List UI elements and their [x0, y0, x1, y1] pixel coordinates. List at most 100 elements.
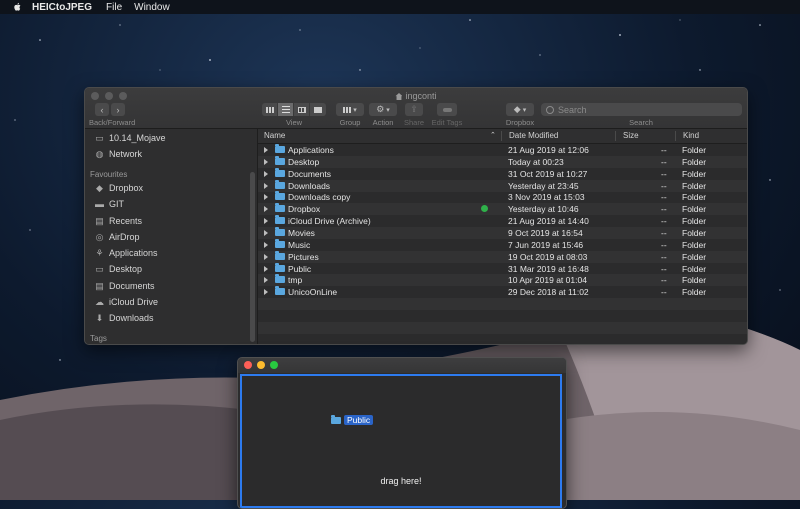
- file-name: Desktop: [288, 156, 320, 167]
- table-row[interactable]: tmp 10 Apr 2019 at 01:04 -- Folder: [258, 274, 747, 287]
- sidebar-item-recents[interactable]: ▤ Recents: [94, 214, 142, 228]
- file-kind: Folder: [682, 275, 707, 286]
- file-name: Public: [288, 263, 312, 274]
- table-row[interactable]: Applications 21 Aug 2019 at 12:06 -- Folder: [258, 144, 747, 156]
- group-button[interactable]: ▾: [336, 103, 364, 116]
- dragged-folder[interactable]: Public: [331, 414, 374, 425]
- edit-tags-button[interactable]: [437, 103, 457, 116]
- file-name: iCloud Drive (Archive): [288, 216, 371, 227]
- table-row[interactable]: Pictures 19 Oct 2019 at 08:03 -- Folder: [258, 250, 747, 263]
- file-size: --: [661, 216, 667, 227]
- disclosure-triangle-icon[interactable]: [264, 229, 268, 236]
- back-button[interactable]: ‹: [95, 103, 109, 116]
- disclosure-triangle-icon[interactable]: [264, 194, 268, 201]
- sidebar-item-airdrop[interactable]: ◎ AirDrop: [94, 230, 140, 244]
- menu-file[interactable]: File: [106, 2, 122, 13]
- disclosure-triangle-icon[interactable]: [264, 170, 268, 177]
- table-row[interactable]: iCloud Drive (Archive) 21 Aug 2019 at 14:…: [258, 215, 747, 227]
- sidebar-item-network[interactable]: ◍ Network: [94, 147, 142, 161]
- file-size: --: [661, 227, 667, 238]
- clock-icon: ▤: [95, 215, 104, 226]
- sidebar-item-git[interactable]: ▬ GIT: [94, 197, 124, 211]
- drop-zone[interactable]: Public drag here!: [240, 374, 562, 508]
- action-button[interactable]: ⚙ ▾: [369, 103, 397, 116]
- column-date-modified[interactable]: Date Modified: [509, 131, 558, 140]
- app-menu[interactable]: HEICtoJPEG: [32, 2, 92, 13]
- column-size[interactable]: Size: [623, 131, 639, 140]
- column-divider[interactable]: [675, 131, 676, 141]
- sidebar-item-downloads[interactable]: ⬇ Downloads: [94, 311, 154, 325]
- gallery-view-button[interactable]: [310, 103, 325, 116]
- disclosure-triangle-icon[interactable]: [264, 277, 268, 284]
- disclosure-triangle-icon[interactable]: [264, 265, 268, 272]
- disclosure-triangle-icon[interactable]: [264, 147, 268, 153]
- column-divider[interactable]: [501, 131, 502, 141]
- zoom-button[interactable]: [270, 361, 278, 369]
- file-date: 19 Oct 2019 at 08:03: [508, 251, 588, 262]
- disclosure-triangle-icon[interactable]: [264, 253, 268, 260]
- table-row[interactable]: Downloads copy 3 Nov 2019 at 15:03 -- Folde…: [258, 191, 747, 203]
- share-button[interactable]: ⇪: [405, 103, 423, 116]
- file-size: --: [661, 204, 667, 215]
- table-row[interactable]: UnicoOnLine 29 Dec 2018 at 11:02 -- Folder: [258, 286, 747, 298]
- folder-icon: ▬: [95, 199, 104, 209]
- menu-bar: HEICtoJPEG File Window: [0, 0, 800, 14]
- column-kind[interactable]: Kind: [683, 131, 699, 140]
- file-name: Movies: [288, 227, 315, 238]
- close-button[interactable]: [244, 361, 252, 369]
- sync-status-icon: [481, 205, 488, 213]
- sidebar: ▭ 10.14_Mojave ◍ Network Favourites ◆ Dr…: [85, 129, 258, 344]
- empty-row: [258, 321, 747, 334]
- menu-window[interactable]: Window: [134, 2, 170, 13]
- forward-button[interactable]: ›: [111, 103, 125, 116]
- document-icon: ▤: [95, 280, 104, 291]
- table-row[interactable]: Movies 9 Oct 2019 at 16:54 -- Folder: [258, 226, 747, 239]
- file-date: 31 Oct 2019 at 10:27: [508, 168, 588, 179]
- file-kind: Folder: [682, 216, 707, 227]
- folder-icon: [275, 155, 285, 165]
- table-row[interactable]: Documents 31 Oct 2019 at 10:27 -- Folder: [258, 167, 747, 180]
- empty-row: [258, 334, 747, 344]
- disclosure-triangle-icon[interactable]: [264, 158, 268, 165]
- search-input[interactable]: [558, 104, 738, 115]
- table-row[interactable]: Downloads Yesterday at 23:45 -- Folder: [258, 179, 747, 192]
- finder-toolbar: ingconti ‹ › Back/Forward View ▾ Group ⚙…: [85, 88, 747, 129]
- disclosure-triangle-icon[interactable]: [264, 182, 268, 189]
- search-field[interactable]: [541, 103, 742, 116]
- table-row[interactable]: Dropbox Yesterday at 10:46 -- Folder: [258, 203, 747, 216]
- folder-icon: [275, 238, 285, 248]
- disclosure-triangle-icon[interactable]: [264, 289, 268, 296]
- list-icon: [281, 106, 290, 113]
- home-icon: [395, 93, 403, 100]
- table-row[interactable]: Public 31 Mar 2019 at 16:48 -- Folder: [258, 262, 747, 275]
- file-size: --: [661, 145, 667, 155]
- sidebar-item-icloud[interactable]: ☁ iCloud Drive: [94, 295, 158, 309]
- sidebar-scrollbar[interactable]: [250, 172, 255, 342]
- file-size: --: [661, 287, 667, 298]
- column-divider[interactable]: [615, 131, 616, 141]
- table-row[interactable]: Desktop Today at 00:23 -- Folder: [258, 155, 747, 168]
- chevron-right-icon: ›: [116, 104, 120, 115]
- file-name: Applications: [288, 145, 334, 155]
- disclosure-triangle-icon[interactable]: [264, 218, 268, 225]
- column-name[interactable]: Name: [264, 131, 285, 140]
- sidebar-item-desktop[interactable]: ▭ Desktop: [94, 262, 142, 276]
- list-view-button[interactable]: [278, 103, 294, 116]
- dropbox-button[interactable]: ◆ ▾: [506, 103, 534, 116]
- disclosure-triangle-icon[interactable]: [264, 241, 268, 248]
- apple-icon[interactable]: [12, 2, 22, 12]
- icon-view-button[interactable]: [262, 103, 278, 116]
- sort-ascending-icon[interactable]: ⌃: [490, 131, 496, 139]
- column-view-button[interactable]: [294, 103, 310, 116]
- chevron-left-icon: ‹: [100, 104, 104, 115]
- disclosure-triangle-icon[interactable]: [264, 206, 268, 213]
- sidebar-item-applications[interactable]: ⚘ Applications: [94, 246, 157, 260]
- table-row[interactable]: Music 7 Jun 2019 at 15:46 -- Folder: [258, 238, 747, 251]
- sidebar-item-mojave[interactable]: ▭ 10.14_Mojave: [94, 131, 165, 145]
- folder-icon: [275, 250, 285, 260]
- sidebar-item-dropbox[interactable]: ◆ Dropbox: [94, 181, 143, 195]
- folder-icon: [275, 286, 285, 296]
- minimize-button[interactable]: [257, 361, 265, 369]
- sidebar-item-documents[interactable]: ▤ Documents: [94, 279, 154, 293]
- globe-icon: ◍: [95, 148, 104, 159]
